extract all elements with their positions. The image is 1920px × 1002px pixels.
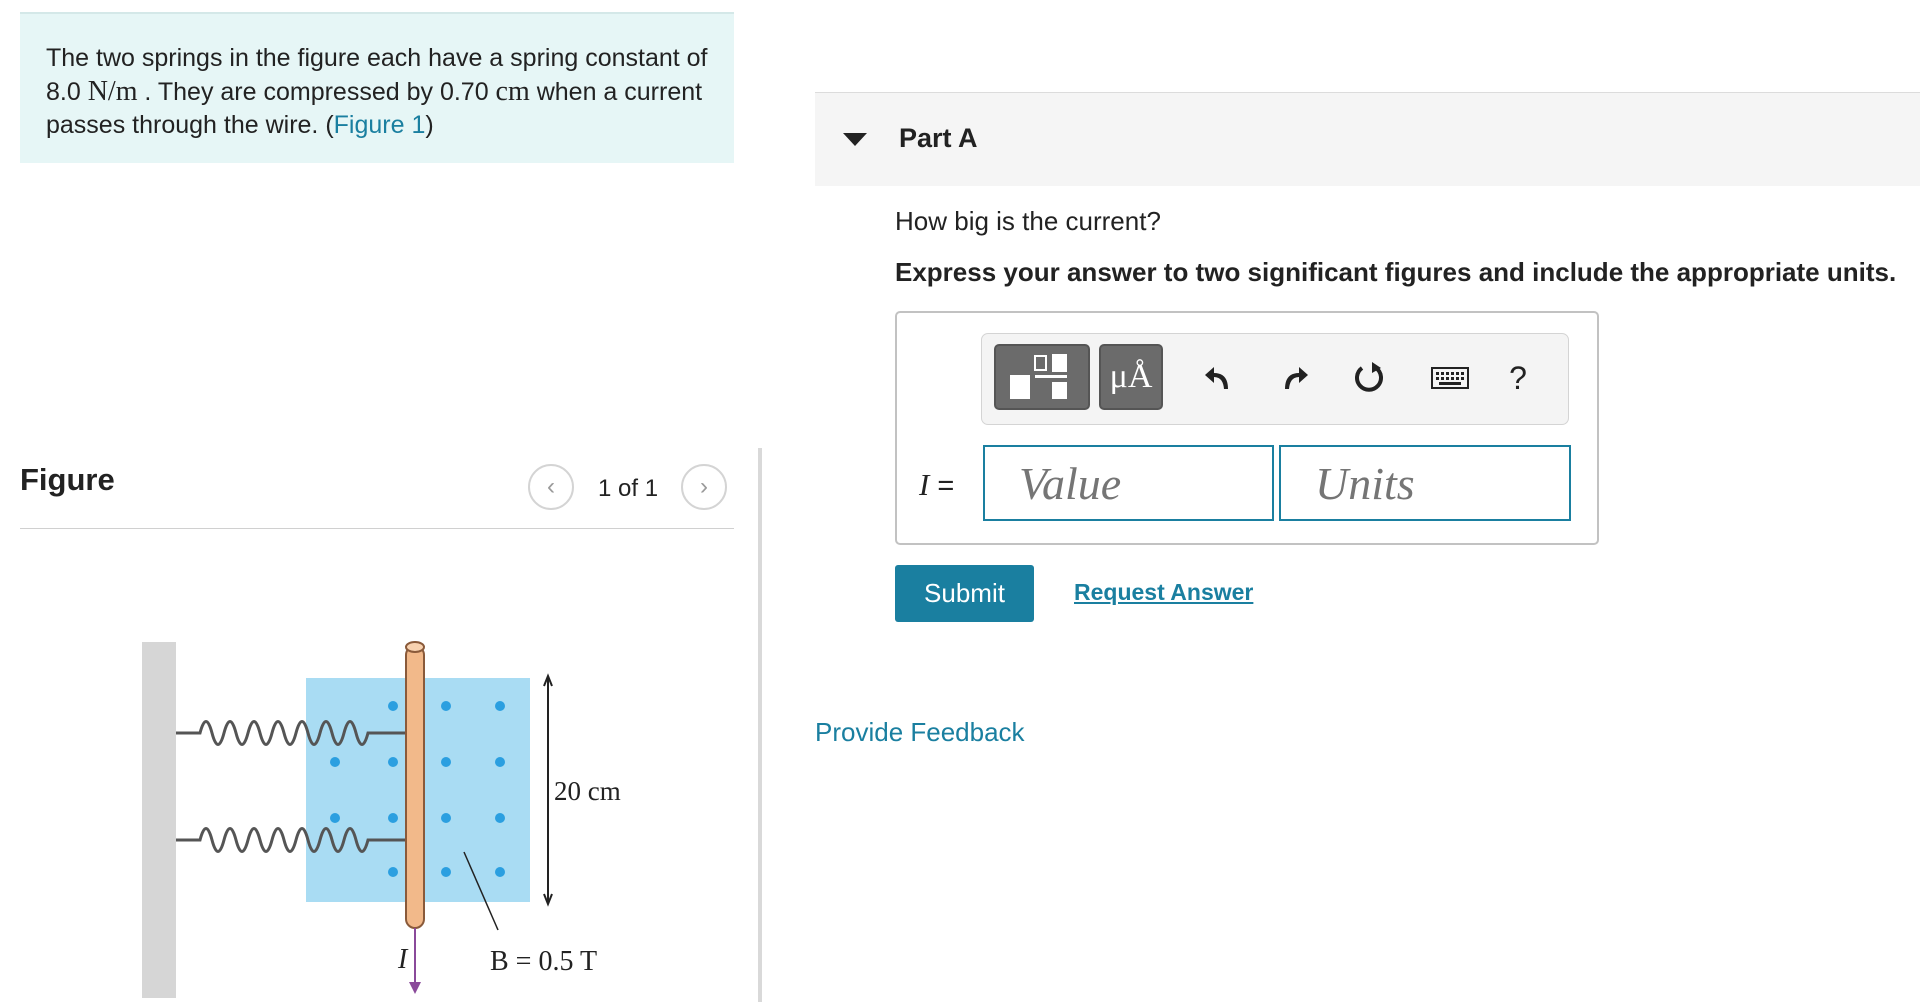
caret-down-icon — [843, 133, 867, 146]
spring-wire-figure: I 20 cm B = 0.5 T — [142, 641, 621, 998]
submit-button[interactable]: Submit — [895, 565, 1034, 622]
reset-icon — [1355, 362, 1383, 392]
answer-variable-label: I = — [919, 467, 954, 503]
figure-title: Figure — [20, 462, 115, 497]
chevron-right-icon: › — [700, 473, 708, 500]
undo-button[interactable] — [1197, 356, 1241, 400]
equals-sign: = — [929, 470, 955, 502]
help-button[interactable]: ? — [1496, 356, 1540, 400]
length-label: 20 cm — [554, 776, 621, 806]
part-title: Part A — [899, 123, 978, 153]
problem-text: . They are compressed by 0.70 — [137, 78, 496, 106]
field-label: B = 0.5 T — [490, 946, 597, 977]
request-answer-link[interactable]: Request Answer — [1074, 579, 1253, 606]
value-input[interactable] — [983, 445, 1274, 521]
units-icon: μÅ — [1109, 358, 1153, 395]
math-toolbar: μÅ ? — [981, 333, 1569, 425]
instructions-text: Express your answer to two significant f… — [895, 257, 1897, 287]
reset-button[interactable] — [1348, 356, 1392, 400]
question-text: How big is the current? — [895, 206, 1161, 236]
units-button[interactable]: μÅ — [1099, 344, 1163, 410]
help-icon: ? — [1509, 359, 1527, 396]
redo-button[interactable] — [1272, 356, 1316, 400]
pane-divider[interactable] — [758, 448, 762, 1002]
figure-link[interactable]: Figure 1 — [334, 111, 426, 139]
previous-figure-button[interactable]: ‹ — [528, 464, 574, 510]
figure-counter: 1 of 1 — [598, 475, 659, 502]
redo-icon — [1285, 367, 1308, 389]
current-label: I — [397, 944, 409, 975]
templates-button[interactable] — [994, 344, 1090, 410]
answer-box: μÅ ? I = Value Units — [895, 311, 1599, 545]
next-figure-button[interactable]: › — [681, 464, 727, 510]
problem-pane: The two springs in the figure each have … — [0, 0, 760, 1002]
undo-icon — [1205, 367, 1228, 389]
problem-statement: The two springs in the figure each have … — [20, 12, 734, 163]
figure-header: Figure ‹ 1 of 1 › — [20, 440, 734, 529]
part-a-header[interactable]: Part A — [815, 92, 1920, 186]
units-input[interactable] — [1279, 445, 1571, 521]
keyboard-icon — [1431, 367, 1469, 389]
templates-icon — [1010, 354, 1067, 399]
keyboard-button[interactable] — [1428, 356, 1472, 400]
problem-text: ) — [425, 111, 434, 139]
provide-feedback-link[interactable]: Provide Feedback — [815, 717, 1025, 748]
chevron-left-icon: ‹ — [547, 473, 555, 500]
wire — [405, 645, 425, 929]
spring-constant-unit: N/m — [87, 76, 138, 107]
compression-unit: cm — [495, 76, 530, 107]
variable-name: I — [919, 467, 930, 502]
wall — [142, 642, 176, 998]
